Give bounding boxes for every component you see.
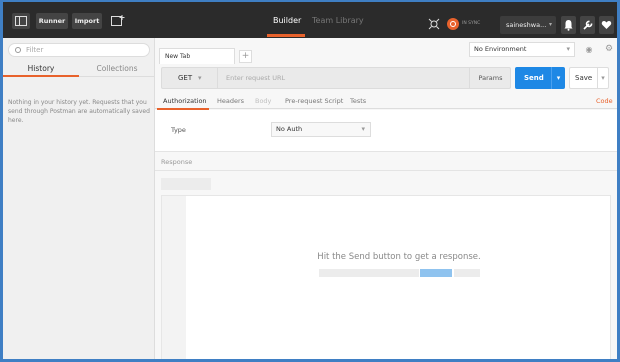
chevron-down-icon[interactable]: ▾ xyxy=(551,67,565,89)
satellite-icon xyxy=(428,18,440,30)
method-value: GET xyxy=(178,74,193,82)
tab-headers[interactable]: Headers xyxy=(217,97,244,105)
response-body: Hit the Send button to get a response. xyxy=(161,195,611,359)
tab-tests[interactable]: Tests xyxy=(350,97,366,105)
settings-button[interactable] xyxy=(580,16,595,34)
params-button[interactable]: Params xyxy=(469,67,511,89)
heart-icon xyxy=(601,21,612,29)
bell-icon xyxy=(564,20,573,31)
favorites-button[interactable] xyxy=(599,16,614,34)
illustration-bar-highlight xyxy=(420,269,452,277)
chevron-down-icon: ▾ xyxy=(548,21,552,28)
manage-environments-button[interactable]: ⚙ xyxy=(602,42,616,57)
method-select[interactable]: GET ▾ xyxy=(162,68,218,88)
sync-icon xyxy=(447,18,459,30)
environment-value: No Environment xyxy=(474,45,527,53)
chevron-down-icon: ▾ xyxy=(566,45,570,53)
response-gutter xyxy=(162,196,186,359)
search-icon xyxy=(15,47,21,53)
save-label: Save xyxy=(575,74,593,82)
auth-type-select[interactable]: No Auth ▾ xyxy=(271,122,371,137)
response-divider xyxy=(155,170,617,171)
top-bar: Runner Import Builder Team Library IN SY… xyxy=(3,2,617,38)
sync-label: IN SYNC xyxy=(462,21,481,26)
environment-quick-look-button[interactable]: ◉ xyxy=(582,42,596,57)
url-input[interactable]: Enter request URL xyxy=(226,68,285,88)
save-button[interactable]: Save ▾ xyxy=(569,67,609,89)
authorization-panel: Type No Auth ▾ xyxy=(155,110,617,152)
chevron-down-icon: ▾ xyxy=(198,74,202,82)
tab-team-library[interactable]: Team Library xyxy=(312,13,364,29)
tab-history[interactable]: History xyxy=(3,61,79,77)
url-bar: GET ▾ Enter request URL xyxy=(161,67,511,89)
response-meta-placeholder xyxy=(161,178,211,190)
sidebar-icon xyxy=(15,16,27,26)
new-window-icon xyxy=(111,15,125,26)
new-window-button[interactable] xyxy=(107,13,127,29)
toggle-sidebar-button[interactable] xyxy=(12,13,30,29)
request-builder: New Tab + No Environment ▾ ◉ ⚙ GET ▾ Ent… xyxy=(155,38,617,359)
send-label: Send xyxy=(524,74,544,82)
tab-authorization[interactable]: Authorization xyxy=(163,97,207,105)
sync-status-button[interactable]: IN SYNC xyxy=(446,16,486,32)
request-subtabs: Authorization Headers Body Pre-request S… xyxy=(155,92,617,110)
wrench-icon xyxy=(583,20,593,30)
request-tab[interactable]: New Tab xyxy=(159,48,235,64)
notifications-button[interactable] xyxy=(561,16,576,34)
eye-icon: ◉ xyxy=(585,45,593,54)
tab-pre-request-script[interactable]: Pre-request Script xyxy=(285,97,343,105)
runner-button[interactable]: Runner xyxy=(36,13,68,29)
add-tab-button[interactable]: + xyxy=(239,50,252,63)
sidebar: Filter History Collections Nothing in yo… xyxy=(3,38,155,359)
chevron-down-icon[interactable]: ▾ xyxy=(597,68,608,88)
tab-builder[interactable]: Builder xyxy=(273,13,301,29)
illustration-bar xyxy=(319,269,419,277)
import-button[interactable]: Import xyxy=(72,13,102,29)
auth-type-value: No Auth xyxy=(276,125,303,133)
active-tab-indicator xyxy=(267,34,305,37)
filter-placeholder: Filter xyxy=(26,46,44,54)
auth-type-label: Type xyxy=(171,126,186,134)
username: saineshwa... xyxy=(506,21,547,29)
gear-icon: ⚙ xyxy=(604,44,614,54)
code-link[interactable]: Code xyxy=(596,97,613,105)
tab-body[interactable]: Body xyxy=(255,97,271,105)
illustration-bar xyxy=(454,269,480,277)
user-menu[interactable]: saineshwa... ▾ xyxy=(500,16,556,34)
send-button[interactable]: Send ▾ xyxy=(515,67,565,89)
interceptor-button[interactable] xyxy=(426,16,442,32)
app-window: Runner Import Builder Team Library IN SY… xyxy=(0,0,620,362)
filter-input[interactable]: Filter xyxy=(8,43,150,57)
history-empty-message: Nothing in your history yet. Requests th… xyxy=(8,99,150,124)
tab-collections[interactable]: Collections xyxy=(79,61,155,77)
environment-select[interactable]: No Environment ▾ xyxy=(469,42,575,57)
chevron-down-icon: ▾ xyxy=(361,125,365,133)
response-label: Response xyxy=(161,158,193,166)
empty-response-message: Hit the Send button to get a response. xyxy=(317,252,481,262)
